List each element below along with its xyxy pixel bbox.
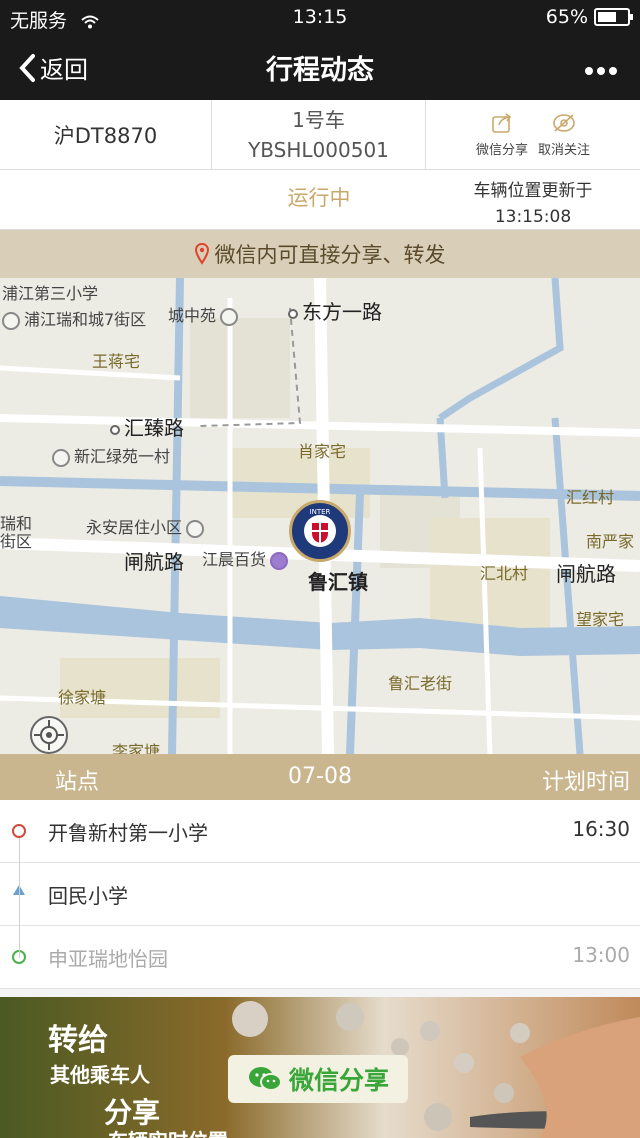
map-label-poi: 城中苑 [168, 302, 242, 326]
wechat-share-button[interactable]: 微信分享 [476, 111, 528, 158]
map-label: 南严家 [586, 532, 635, 551]
poi-icon [2, 311, 20, 330]
car-id: YBSHL000501 [248, 137, 389, 162]
map-label: 徐家塘 [58, 688, 107, 707]
team-logo-icon: INTER [294, 505, 346, 557]
stop-name: 开鲁新村第一小学 [48, 821, 208, 845]
map-label-town: 鲁汇镇 [308, 570, 368, 594]
stop-row[interactable]: 开鲁新村第一小学 16:30 [0, 800, 640, 863]
map-label-poi: 浦江瑞和城7街区 [2, 306, 146, 330]
share-banner-text: 微信内可直接分享、转发 [214, 243, 446, 267]
stop-time: 13:00 [572, 943, 630, 967]
svg-text:INTER: INTER [310, 508, 331, 516]
wechat-share-label: 微信分享 [475, 143, 528, 158]
map-label-poi: 永安居住小区 [86, 514, 208, 538]
more-menu-button[interactable] [584, 50, 618, 83]
point-icon [110, 424, 120, 435]
map-label: 城中苑 [168, 306, 217, 325]
back-label: 返回 [40, 56, 88, 84]
running-status: 运行中 [287, 186, 351, 210]
map-label-road: 汇臻路 [110, 412, 184, 441]
schedule-header: 站点 07-08 计划时间 [0, 754, 640, 800]
map-label: 鲁汇老街 [388, 674, 453, 693]
ad-line-2: 其他乘车人 [50, 1063, 150, 1087]
map-label: 永安居住小区 [86, 518, 183, 537]
vehicle-actions: 微信分享 取消关注 [426, 100, 640, 169]
battery-icon [594, 8, 633, 26]
location-pin-icon [194, 243, 209, 265]
map-label: 浦江第三小学 [2, 284, 99, 303]
battery-group: 65% [545, 6, 633, 28]
map-label: 汇臻路 [124, 416, 184, 440]
share-icon [492, 113, 512, 133]
ad-line-4: 车辆实时位置 [108, 1125, 228, 1138]
stop-name: 申亚瑞地怡园 [48, 947, 168, 971]
ad-button-label: 微信分享 [288, 1066, 389, 1095]
map-label: 街区 [0, 532, 33, 551]
stop-name: 回民小学 [48, 884, 128, 908]
stop-row[interactable]: 申亚瑞地怡园 13:00 [0, 926, 640, 989]
map-label: 汇红村 [566, 488, 615, 507]
start-marker-icon [12, 824, 26, 838]
locate-button[interactable] [30, 716, 68, 754]
stop-list: 开鲁新村第一小学 16:30 回民小学 申亚瑞地怡园 13:00 [0, 800, 640, 989]
more-icon [585, 67, 617, 75]
unfollow-icon [553, 114, 575, 132]
map-label: 汇北村 [480, 564, 529, 583]
vehicle-marker[interactable]: INTER [289, 500, 351, 562]
clock: 13:15 [292, 6, 348, 28]
map-label: 新汇绿苑一村 [74, 447, 171, 466]
map-view[interactable]: 浦江第三小学 浦江瑞和城7街区 城中苑 东方一路 王蒋宅 汇臻路 新汇绿苑一村 … [0, 278, 640, 754]
map-label: 李家塘 [112, 742, 161, 754]
map-label-road: 东方一路 [288, 296, 382, 325]
page-title: 行程动态 [266, 55, 374, 86]
map-label: 望家宅 [576, 610, 625, 629]
updated-time: 13:15:08 [494, 207, 572, 227]
nav-bar: 返回 行程动态 [0, 34, 640, 100]
plate-number: 沪DT8870 [0, 100, 212, 169]
header-planned-time: 计划时间 [541, 770, 630, 795]
poi-icon [52, 448, 70, 467]
map-label-road: 闸航路 [124, 550, 184, 574]
vehicle-info-bar: 沪DT8870 1号车 YBSHL000501 微信分享 取消关注 [0, 100, 640, 170]
map-label-road: 闸航路 [556, 562, 616, 586]
battery-percent: 65% [545, 6, 588, 28]
map-label-poi: 江晨百货 [202, 546, 292, 570]
map-label: 浦江瑞和城7街区 [24, 310, 147, 329]
crosshair-icon [34, 720, 64, 750]
ad-line-1: 转给 [48, 1023, 108, 1058]
stop-row[interactable]: 回民小学 [0, 863, 640, 926]
stop-time: 16:30 [572, 817, 630, 841]
share-banner: 微信内可直接分享、转发 [0, 230, 640, 278]
poi-icon [220, 307, 239, 326]
unfollow-button[interactable]: 取消关注 [538, 111, 590, 158]
unfollow-label: 取消关注 [538, 143, 591, 158]
position-updated: 车辆位置更新于 13:15:08 [426, 178, 640, 230]
updated-label: 车辆位置更新于 [473, 181, 593, 201]
shopping-icon [270, 551, 289, 570]
map-label: 王蒋宅 [92, 352, 141, 371]
map-label: 江晨百货 [202, 550, 267, 569]
ad-wechat-share-button[interactable]: 微信分享 [228, 1055, 408, 1103]
back-button[interactable]: 返回 [18, 50, 88, 85]
poi-icon [186, 519, 205, 538]
point-icon [288, 308, 298, 319]
battery-fill [598, 12, 617, 22]
map-label: 东方一路 [302, 300, 382, 324]
car-name: 1号车 [292, 107, 345, 132]
route-line [19, 838, 20, 958]
chevron-left-icon [19, 53, 35, 82]
status-row: 运行中 车辆位置更新于 13:15:08 [0, 170, 640, 230]
map-label-poi: 新汇绿苑一村 [52, 443, 170, 467]
share-ad-banner[interactable]: 转给 其他乘车人 分享 车辆实时位置 微信分享 [0, 997, 640, 1138]
map-label: 肖家宅 [298, 442, 347, 461]
wechat-icon [248, 1067, 282, 1091]
car-info: 1号车 YBSHL000501 [212, 100, 426, 169]
status-bar: 无服务 13:15 65% [0, 0, 640, 34]
